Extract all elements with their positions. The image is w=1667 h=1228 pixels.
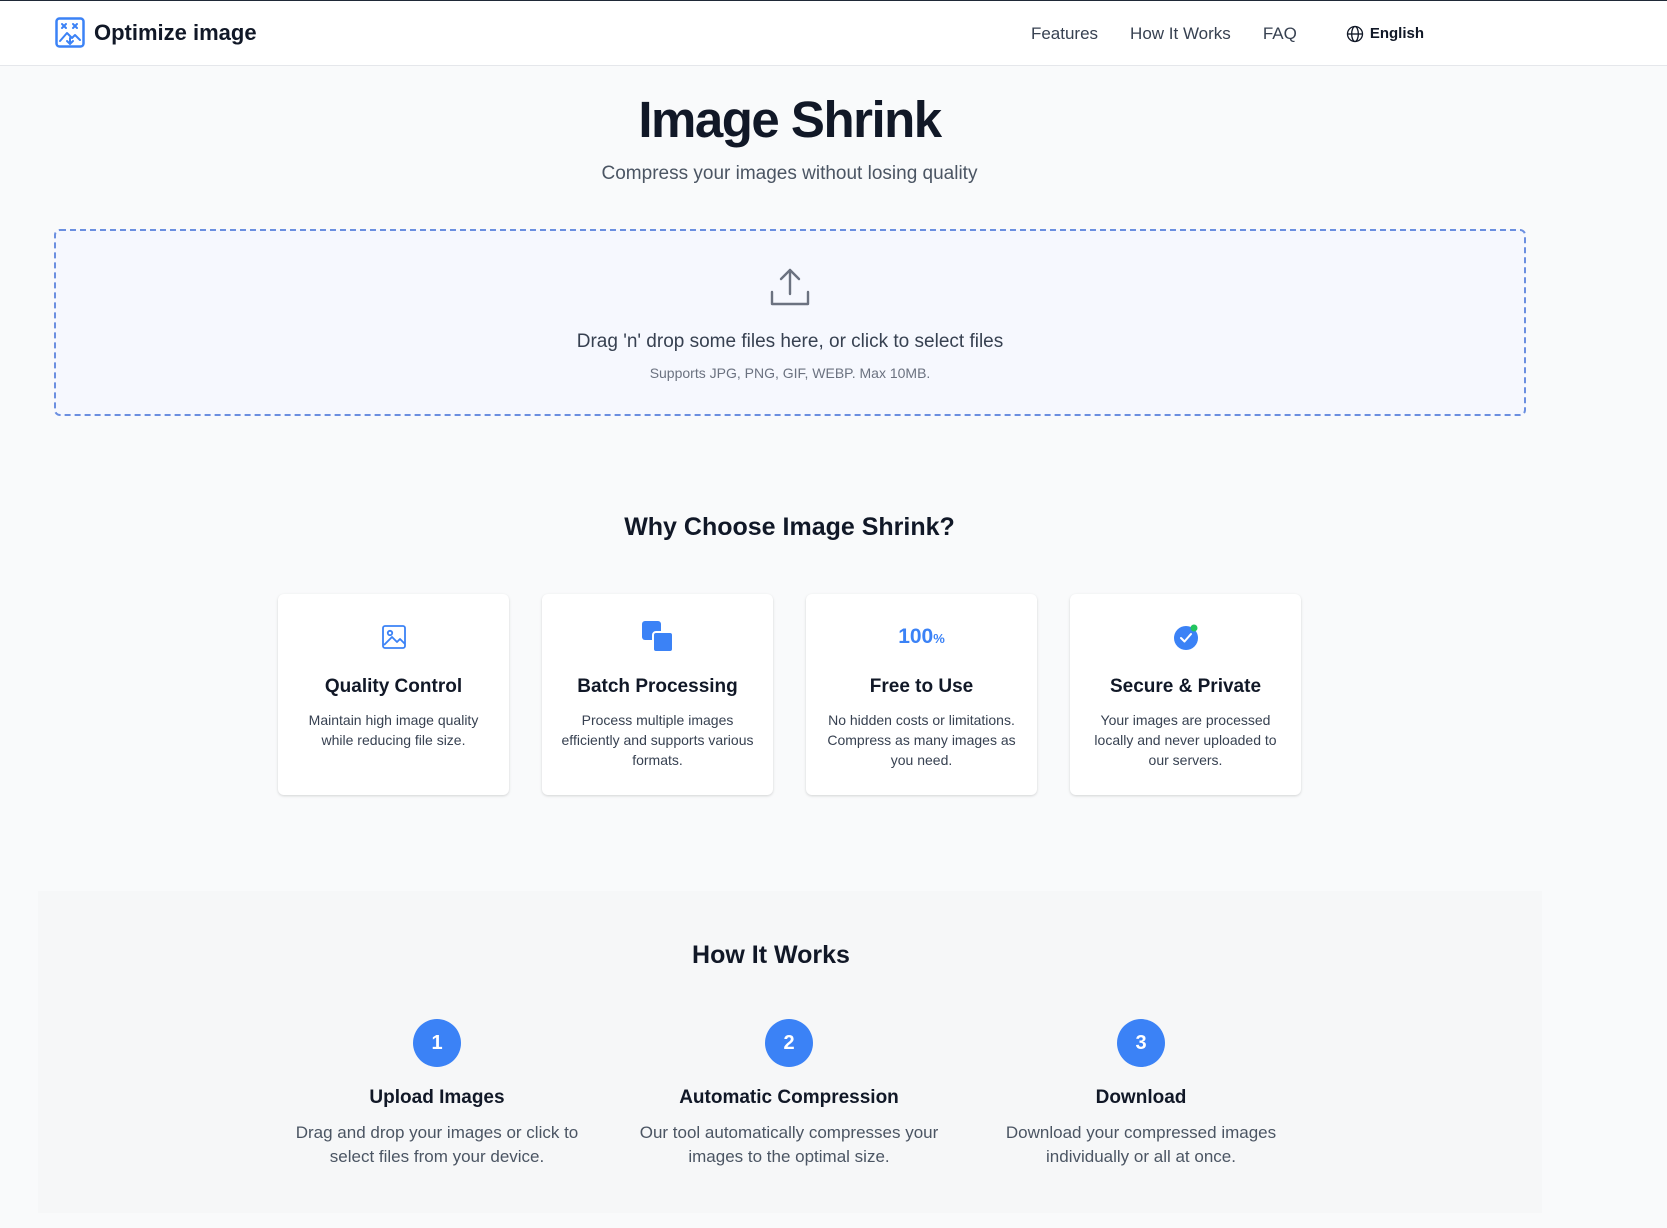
how-it-works-section: How It Works 1 Upload Images Drag and dr… [38, 891, 1542, 1213]
step-title: Download [1095, 1087, 1187, 1108]
feature-description: Process multiple images efficiently and … [561, 712, 754, 768]
percent-badge: 100% [898, 625, 945, 648]
feature-title: Free to Use [869, 676, 974, 697]
feature-title: Quality Control [324, 676, 463, 697]
step-number-badge: 1 [413, 1019, 461, 1067]
feature-description: No hidden costs or limitations. Compress… [827, 712, 1016, 768]
nav-link-how-it-works[interactable]: How It Works [1130, 24, 1231, 44]
step-upload: 1 Upload Images Drag and drop your image… [277, 1019, 597, 1169]
language-selector[interactable]: English [1345, 24, 1424, 44]
dropzone-instructions: Drag 'n' drop some files here, or click … [576, 331, 1004, 352]
step-title: Automatic Compression [679, 1087, 899, 1108]
features-heading: Why Choose Image Shrink? [624, 513, 955, 541]
dropzone-supported-formats: Supports JPG, PNG, GIF, WEBP. Max 10MB. [649, 365, 931, 381]
upload-icon [770, 268, 810, 306]
feature-description: Maintain high image quality while reduci… [308, 712, 479, 748]
layers-icon [641, 621, 674, 653]
step-number-badge: 3 [1117, 1019, 1165, 1067]
optimize-image-logo-icon [55, 17, 85, 48]
main-nav: Features How It Works FAQ English [999, 1, 1424, 66]
step-title: Upload Images [369, 1087, 505, 1108]
step-description: Drag and drop your images or click to se… [295, 1123, 579, 1166]
globe-icon [1346, 25, 1363, 42]
brand-name: Optimize image [94, 19, 257, 45]
feature-description: Your images are processed locally and ne… [1094, 712, 1277, 768]
page-title: Image Shrink [638, 91, 942, 148]
step-description: Our tool automatically compresses your i… [639, 1123, 939, 1166]
shield-check-icon [1173, 624, 1198, 650]
language-label: English [1369, 25, 1424, 42]
file-dropzone[interactable]: Drag 'n' drop some files here, or click … [54, 229, 1526, 416]
step-description: Download your compressed images individu… [1005, 1123, 1277, 1166]
site-header: Optimize image Features How It Works FAQ… [0, 1, 1667, 66]
feature-card-quality-control: Quality Control Maintain high image qual… [278, 594, 509, 795]
feature-card-secure-private: Secure & Private Your images are process… [1070, 594, 1301, 795]
feature-card-free-to-use: 100% Free to Use No hidden costs or limi… [806, 594, 1037, 795]
feature-title: Secure & Private [1109, 676, 1262, 697]
image-icon [381, 625, 406, 649]
page-subtitle: Compress your images without losing qual… [601, 163, 978, 184]
step-compression: 2 Automatic Compression Our tool automat… [629, 1019, 949, 1169]
feature-title: Batch Processing [577, 676, 738, 697]
brand-logo-link[interactable]: Optimize image [55, 17, 257, 48]
step-download: 3 Download Download your compressed imag… [981, 1019, 1301, 1169]
nav-link-faq[interactable]: FAQ [1263, 24, 1297, 44]
how-it-works-heading: How It Works [692, 941, 850, 969]
nav-link-features[interactable]: Features [1031, 24, 1098, 44]
feature-card-batch-processing: Batch Processing Process multiple images… [542, 594, 773, 795]
step-number-badge: 2 [765, 1019, 813, 1067]
